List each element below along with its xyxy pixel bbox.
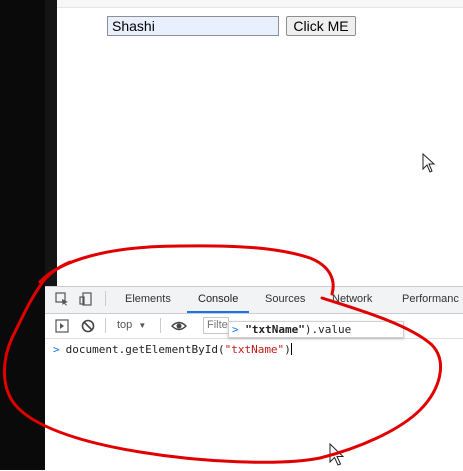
inspect-element-icon[interactable] — [55, 292, 69, 306]
autocomplete-rest: ).value — [304, 323, 352, 336]
console-input-line[interactable]: > document.getElementById("txtName") — [53, 343, 292, 356]
tab-console[interactable]: Console — [198, 293, 238, 305]
sidebar-toggle-icon[interactable] — [55, 319, 69, 333]
tabbar-separator — [105, 291, 106, 306]
devtools-panel: Elements Console Sources Network Perform… — [45, 286, 463, 471]
tab-sources[interactable]: Sources — [265, 293, 305, 305]
console-code-suffix: ) — [284, 343, 291, 356]
tab-performance[interactable]: Performanc — [402, 293, 459, 305]
dropdown-arrow-icon: ▼ — [138, 321, 147, 330]
active-tab-indicator — [187, 311, 249, 313]
tab-elements[interactable]: Elements — [125, 293, 171, 305]
console-code-string: "txtName" — [224, 343, 285, 356]
context-label: top — [117, 319, 133, 331]
text-caret — [290, 343, 292, 355]
toolbar-separator — [105, 318, 106, 333]
context-selector[interactable]: top ▼ — [117, 319, 146, 331]
clear-console-icon[interactable] — [81, 319, 95, 333]
mouse-pointer-icon — [422, 153, 436, 173]
autocomplete-prompt: > — [232, 323, 239, 336]
name-input[interactable] — [107, 16, 279, 36]
filter-input[interactable]: Filte — [203, 317, 229, 334]
left-black-bar — [0, 0, 45, 470]
autocomplete-suggestion[interactable]: > "txtName").value — [228, 321, 404, 338]
device-toolbar-icon[interactable] — [79, 292, 93, 306]
click-me-button[interactable]: Click ME — [286, 16, 356, 36]
console-prompt-icon: > — [53, 343, 60, 356]
autocomplete-string: "txtName" — [245, 323, 305, 336]
devtools-tabbar: Elements Console Sources Network Perform… — [45, 287, 463, 314]
toolbar-separator — [160, 318, 161, 333]
tab-network[interactable]: Network — [332, 293, 372, 305]
mouse-pointer-icon — [329, 443, 345, 466]
page-top-edge — [57, 0, 463, 8]
console-code-prefix: document.getElementById( — [65, 343, 225, 356]
web-page: Click ME — [57, 0, 463, 286]
eye-icon[interactable] — [171, 319, 187, 333]
